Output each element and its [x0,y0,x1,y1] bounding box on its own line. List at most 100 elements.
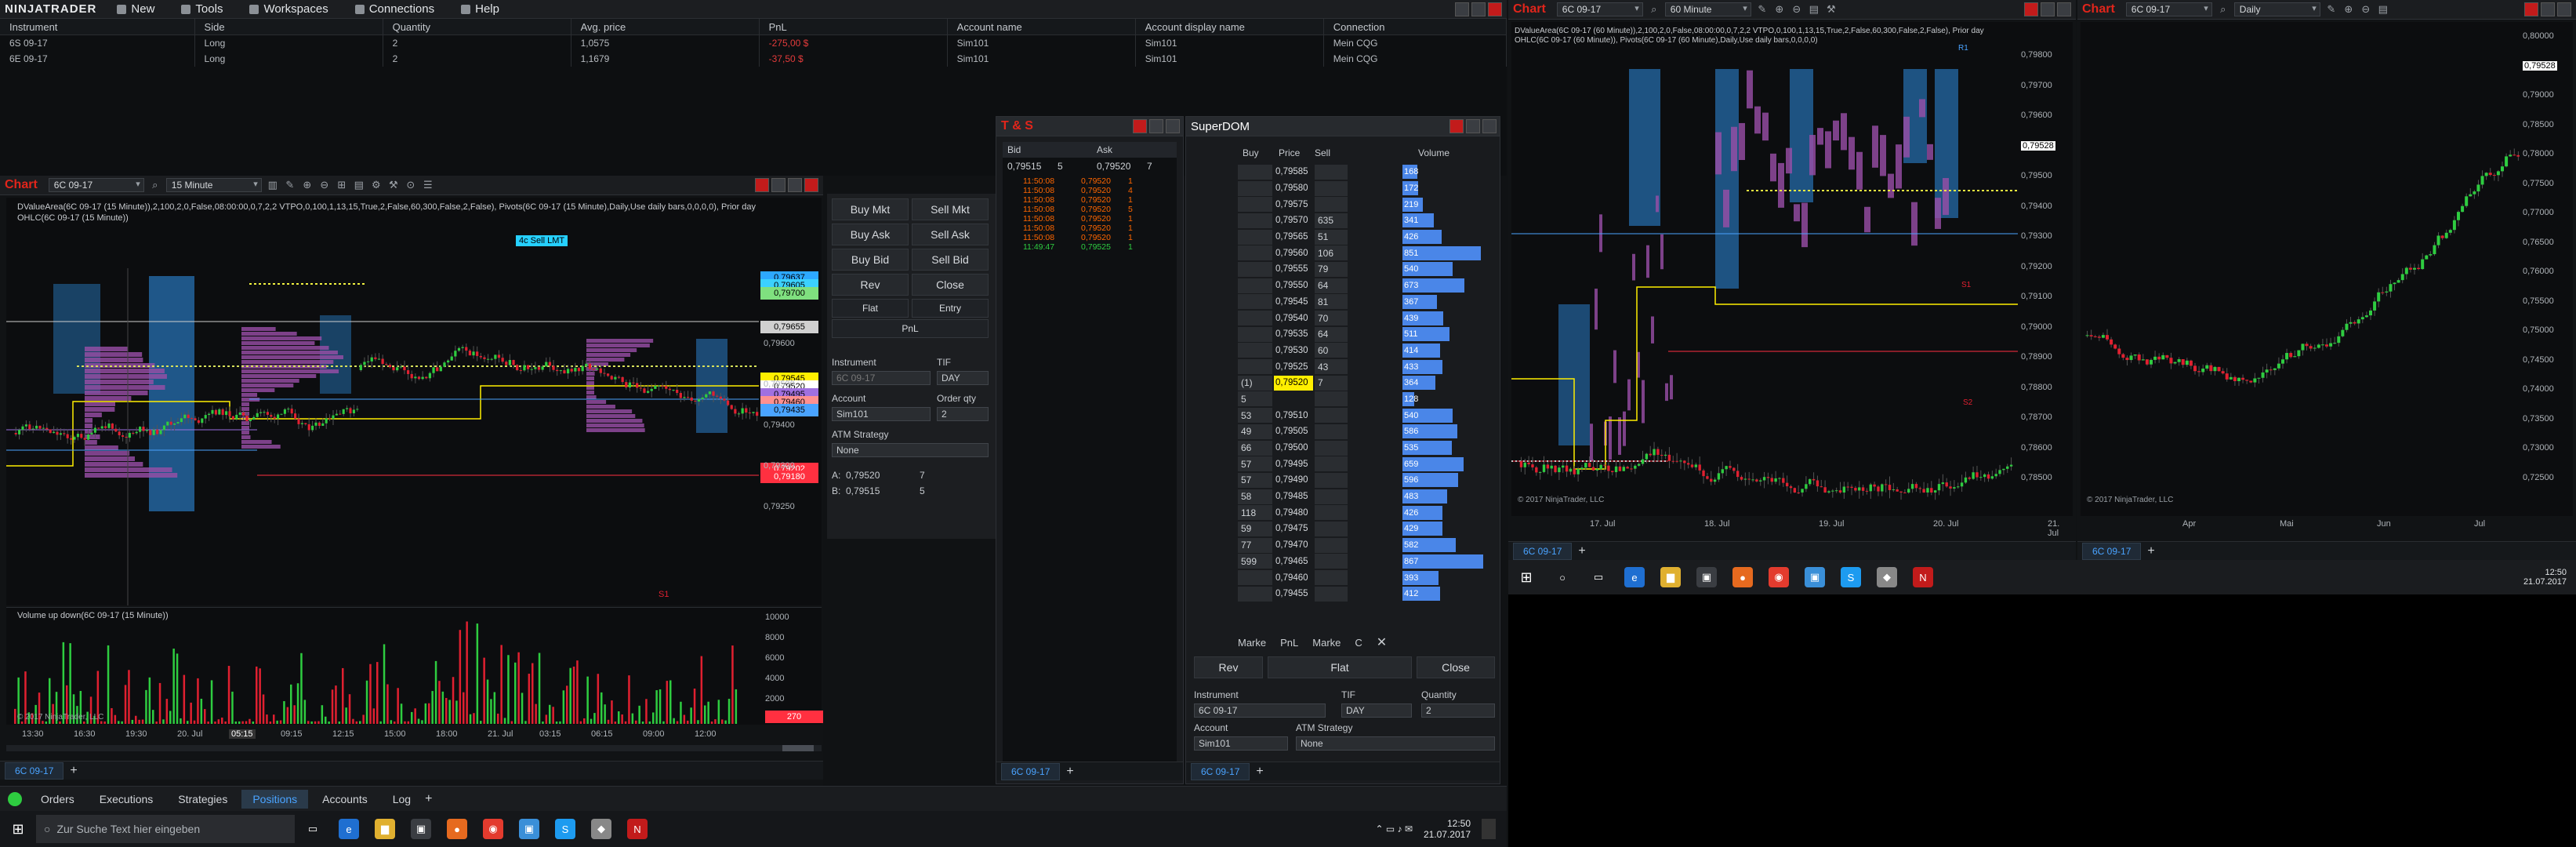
flat-button[interactable]: Flat [832,299,909,318]
dom-row[interactable]: 0,79575 219 [1238,196,1495,213]
chart2-add-tab-icon[interactable]: + [1578,544,1585,558]
dom-sell-cell[interactable]: 51 [1315,229,1348,245]
windows-start-icon[interactable]: ⊞ [8,819,28,839]
ct-tif-select[interactable]: DAY [937,371,989,385]
maximize-button[interactable] [1471,2,1486,16]
zoom-in-icon[interactable]: ⊕ [301,179,314,191]
dom-sell-cell[interactable]: 64 [1315,278,1348,293]
column-header[interactable]: Connection [1324,19,1507,35]
dom-buy-cell[interactable] [1238,197,1272,213]
dom-row[interactable]: 57 0,79495 659 [1238,456,1495,472]
firefox-icon[interactable]: ● [1732,567,1753,587]
dom-buy-cell[interactable]: (1) [1238,375,1272,391]
dom-rev-button[interactable]: Rev [1194,656,1263,678]
misc-icon[interactable]: ◆ [1877,567,1897,587]
dom-sell-cell[interactable] [1315,164,1348,180]
dom-sell-cell[interactable] [1315,505,1348,521]
dom-min-button[interactable] [1466,119,1480,133]
close-position-button[interactable]: Close [912,274,989,296]
dom-row[interactable]: 59 0,79475 429 [1238,521,1495,537]
dom-row[interactable]: 0,79560 106 851 [1238,245,1495,261]
draw-tool-icon[interactable]: ✎ [1756,3,1769,16]
chart1-close-button[interactable] [755,178,769,192]
misc-icon[interactable]: ◆ [591,819,611,839]
dom-instrument-select[interactable]: 6C 09-17 [1194,703,1326,718]
dom-row[interactable]: 57 0,79490 596 [1238,472,1495,489]
chart3-tab[interactable]: 6C 09-17 [2082,542,2142,560]
store-icon[interactable]: ▣ [411,819,431,839]
dom-sell-cell[interactable]: 43 [1315,359,1348,375]
dom-buy-cell[interactable] [1238,213,1272,228]
column-header[interactable]: Account name [948,19,1136,35]
add-tab-icon[interactable]: + [70,764,77,778]
dom-max-button[interactable] [1482,119,1497,133]
chart1-interval-select[interactable]: 15 Minute [165,178,262,192]
notifications-icon[interactable] [1482,819,1496,839]
dom-sell-cell[interactable]: 60 [1315,343,1348,358]
column-header[interactable]: Instrument [0,19,195,35]
column-header[interactable]: PnL [760,19,948,35]
list-icon[interactable]: ☰ [422,179,434,191]
chart1-x-button[interactable] [804,178,818,192]
menu-item-workspaces[interactable]: Workspaces [238,0,339,18]
column-header[interactable]: Account display name [1136,19,1324,35]
ts-close-button[interactable] [1133,119,1147,133]
dom-row[interactable]: 0,79455 412 [1238,586,1495,602]
chart2-min-button[interactable] [2041,2,2055,16]
dom-market-sell[interactable]: Marke [1312,637,1341,649]
dom-row[interactable]: 0,79530 60 414 [1238,343,1495,359]
dom-row[interactable]: 599 0,79465 867 [1238,554,1495,570]
dom-row[interactable]: 0,79545 81 367 [1238,294,1495,311]
tab-positions[interactable]: Positions [241,789,309,809]
ct-instrument-select[interactable]: 6C 09-17 [832,371,931,385]
dom-buy-cell[interactable]: 57 [1238,472,1272,488]
properties-icon[interactable]: ⚒ [387,179,400,191]
dom-row[interactable]: 0,79570 635 341 [1238,213,1495,229]
dom-sell-cell[interactable] [1315,424,1348,439]
task-view-icon[interactable]: ▭ [1588,567,1609,587]
draw-tool-icon[interactable]: ✎ [284,179,296,191]
app-icon[interactable]: ▣ [519,819,539,839]
dom-buy-cell[interactable] [1238,261,1272,277]
entry-button[interactable]: Entry [912,299,989,318]
explorer-icon[interactable]: ▆ [1660,567,1681,587]
app-icon[interactable]: ▣ [1805,567,1825,587]
zoom-in-icon[interactable]: ⊕ [2342,3,2355,16]
sell-limit-order-marker[interactable]: 4c Sell LMT [516,235,568,246]
dom-sell-cell[interactable] [1315,521,1348,536]
dom-row[interactable]: 0,79550 64 673 [1238,278,1495,294]
tray-icons[interactable]: ⌃ ▭ ♪ ✉ [1375,823,1412,834]
dom-buy-cell[interactable]: 66 [1238,440,1272,456]
dom-buy-cell[interactable] [1238,294,1272,310]
dom-sell-cell[interactable] [1315,456,1348,472]
chrome-icon[interactable]: ◉ [483,819,503,839]
dom-buy-cell[interactable]: 59 [1238,521,1272,536]
chart1-price-panel[interactable]: DValueArea(6C 09-17 (15 Minute)),2,100,2… [6,198,822,605]
chart3-add-tab-icon[interactable]: + [2147,544,2154,558]
dom-sell-cell[interactable] [1315,489,1348,504]
search-icon[interactable]: ⌕ [1648,3,1660,16]
menu-item-new[interactable]: New [106,0,165,18]
chart2-max-button[interactable] [2057,2,2071,16]
ninjatrader-icon[interactable]: N [627,819,648,839]
snapshot-icon[interactable]: ⊙ [405,179,417,191]
tab-executions[interactable]: Executions [89,790,164,809]
reverse-button[interactable]: Rev [832,274,909,296]
buy-bid-button[interactable]: Buy Bid [832,249,909,271]
dom-close-button[interactable] [1449,119,1464,133]
dom-buy-cell[interactable]: 53 [1238,408,1272,424]
dom-buy-cell[interactable] [1238,570,1272,586]
dom-buy-cell[interactable] [1238,311,1272,326]
dom-row[interactable]: 0,79460 393 [1238,569,1495,586]
dom-sell-cell[interactable]: 635 [1315,213,1348,228]
dom-atm-select[interactable]: None [1296,736,1495,751]
dom-sell-cell[interactable]: 81 [1315,294,1348,310]
task-view-icon[interactable]: ▭ [303,819,323,839]
column-header[interactable]: Avg. price [571,19,760,35]
tab-orders[interactable]: Orders [30,790,85,809]
chart3-interval-select[interactable]: Daily [2233,2,2320,16]
zoom-in-icon[interactable]: ⊕ [1773,3,1786,16]
indicators-icon[interactable]: ▤ [2377,3,2389,16]
dom-sell-cell[interactable] [1315,391,1348,407]
chart1-max-button[interactable] [788,178,802,192]
